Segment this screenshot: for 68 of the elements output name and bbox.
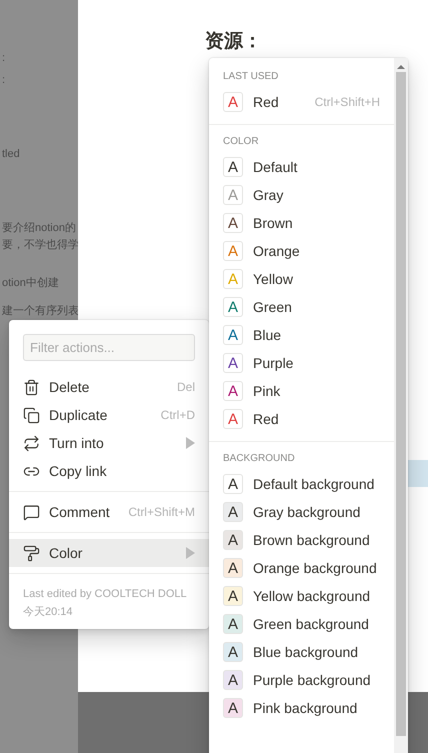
color-swatch: A — [223, 474, 243, 494]
trash-icon — [23, 378, 40, 396]
caret-icon — [185, 547, 195, 559]
color-option[interactable]: A Orange background — [209, 554, 394, 582]
color-option[interactable]: A Gray background — [209, 498, 394, 526]
page-text: 建一个有序列表 — [1, 304, 78, 318]
color-swatch: A — [223, 530, 243, 550]
color-swatch: A — [223, 670, 243, 690]
color-option[interactable]: A Yellow background — [209, 582, 394, 610]
section-title: COLOR — [222, 135, 260, 149]
filter-field[interactable]: Filter actions... — [23, 334, 195, 361]
page-text: : — [1, 51, 6, 65]
color-swatch: A — [223, 586, 243, 606]
color-swatch: A — [223, 558, 243, 578]
scroll-up-icon[interactable] — [397, 64, 405, 70]
block-highlight — [408, 460, 428, 487]
color-option[interactable]: A Brown — [209, 209, 394, 237]
color-swatch: A — [223, 614, 243, 634]
color-option[interactable]: A Default — [209, 153, 394, 181]
color-option[interactable]: A Green — [209, 293, 394, 321]
color-swatch: A — [223, 92, 243, 112]
edit-info: Last edited by COOLTECH DOLL — [23, 588, 188, 600]
color-option[interactable]: A Brown background — [209, 526, 394, 554]
color-option[interactable]: A Red — [209, 405, 394, 433]
color-option[interactable]: A Orange — [209, 237, 394, 265]
duplicate-icon — [23, 406, 40, 424]
menu-item[interactable]: Comment Ctrl+Shift+M — [9, 498, 209, 526]
menu-item[interactable]: Color — [9, 539, 209, 567]
color-swatch: A — [223, 381, 243, 401]
color-swatch: A — [223, 642, 243, 662]
menu-item[interactable]: Copy link — [9, 457, 209, 485]
color-option[interactable]: A Green background — [209, 610, 394, 638]
menu-item[interactable]: Duplicate Ctrl+D — [9, 401, 209, 429]
color-option[interactable]: A Purple background — [209, 666, 394, 694]
page-text: otion中创建 — [1, 276, 60, 290]
color-swatch: A — [223, 502, 243, 522]
page-text: 要，不学也得学 — [1, 238, 78, 252]
color-swatch: A — [223, 185, 243, 205]
color-option[interactable]: A Red Ctrl+Shift+H — [209, 88, 394, 116]
color-option[interactable]: A Blue background — [209, 638, 394, 666]
caret-icon — [185, 437, 195, 449]
color-swatch: A — [223, 157, 243, 177]
color-swatch: A — [223, 698, 243, 718]
color-swatch: A — [223, 241, 243, 261]
paint-roller-icon — [23, 544, 40, 562]
color-option[interactable]: A Pink — [209, 377, 394, 405]
color-swatch: A — [223, 269, 243, 289]
color-option[interactable]: A Gray — [209, 181, 394, 209]
menu-item[interactable]: Delete Del — [9, 373, 209, 401]
repeat-icon — [23, 434, 40, 452]
menu-item[interactable]: Turn into — [9, 429, 209, 457]
section-title: LAST USED — [222, 70, 280, 84]
page-text: : — [1, 73, 6, 87]
color-option[interactable]: A Yellow — [209, 265, 394, 293]
page-text: tled — [1, 147, 21, 161]
color-swatch: A — [223, 353, 243, 373]
color-swatch: A — [223, 297, 243, 317]
section-title: BACKGROUND — [222, 452, 296, 466]
color-swatch: A — [223, 325, 243, 345]
page-heading: 资源： — [205, 30, 262, 54]
color-option[interactable]: A Purple — [209, 349, 394, 377]
color-option[interactable]: A Default background — [209, 470, 394, 498]
color-option[interactable]: A Blue — [209, 321, 394, 349]
comment-icon — [23, 504, 40, 520]
color-swatch: A — [223, 409, 243, 429]
page-text: 要介绍notion的 — [1, 221, 77, 235]
color-swatch: A — [223, 213, 243, 233]
edit-info: 今天20:14 — [23, 605, 74, 619]
